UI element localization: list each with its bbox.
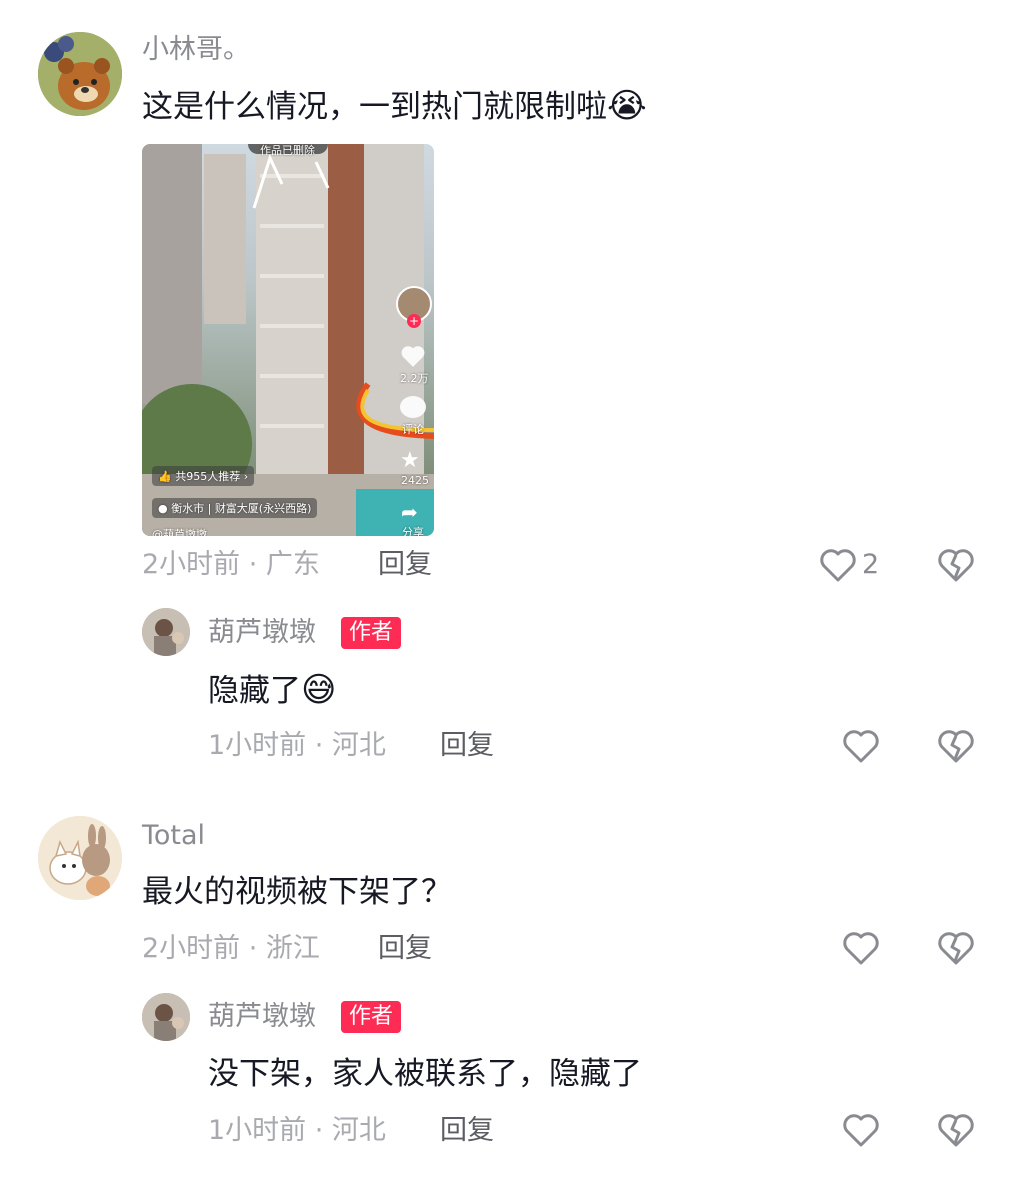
avatar-author[interactable] — [142, 993, 190, 1041]
like-count: 2 — [862, 549, 880, 580]
broken-heart-icon — [938, 932, 974, 965]
reply-text-body: 隐藏了 — [208, 673, 301, 709]
bunny-cat-avatar-icon — [38, 816, 122, 900]
child-photo-avatar-icon — [142, 608, 190, 656]
reply-button[interactable]: 回复 — [440, 1115, 494, 1147]
dislike-button[interactable] — [936, 727, 976, 769]
video-like-count: 2.2万 — [400, 372, 429, 385]
video-comment-icon — [400, 396, 426, 418]
video-location-city: 衡水市 — [171, 502, 205, 515]
sweat-smile-emoji-icon: 😅 — [301, 670, 337, 710]
avatar-commenter-1[interactable] — [38, 32, 122, 116]
location-pin-icon: ● — [158, 502, 168, 515]
dislike-button[interactable] — [936, 546, 976, 588]
location-separator: | — [207, 502, 215, 515]
dislike-button[interactable] — [936, 1111, 976, 1153]
crying-laughing-emoji-icon: 😭 — [607, 86, 647, 126]
reply-username[interactable]: 葫芦墩墩 — [208, 617, 316, 649]
video-location-pill: ● 衡水市 | 财富大厦(永兴西路) — [152, 498, 318, 518]
comment-text-body: 这是什么情况，一到热门就限制啦 — [142, 89, 607, 125]
comment-image-video-screenshot[interactable]: 作品已删除 + 2.2万 评论 ★ 2425 ➦ 分享 👍 共955人推荐 › … — [142, 144, 434, 536]
video-share-icon: ➦ — [401, 500, 418, 524]
video-share-label: 分享 — [402, 526, 424, 536]
video-favorite-count: 2425 — [401, 474, 429, 487]
reply-meta: 1小时前 · 河北 — [208, 730, 386, 761]
follow-plus-icon: + — [407, 314, 421, 328]
broken-heart-icon — [938, 1114, 974, 1147]
bear-avatar-icon — [38, 32, 122, 116]
heart-outline-icon — [843, 1114, 879, 1147]
video-recommend-text: 共955人推荐 — [175, 470, 241, 483]
author-tag: 作者 — [341, 617, 402, 649]
dislike-button[interactable] — [936, 929, 976, 971]
heart-outline-icon — [843, 932, 879, 965]
reply-text: 隐藏了😅 — [208, 670, 336, 711]
commenter-username[interactable]: Total — [142, 820, 205, 852]
reply-button[interactable]: 回复 — [440, 730, 494, 762]
video-deleted-banner: 作品已删除 — [260, 144, 315, 157]
comment-meta: 2小时前 · 浙江 — [142, 933, 320, 964]
video-like-icon — [400, 344, 426, 372]
like-button[interactable] — [841, 929, 881, 971]
reply-button[interactable]: 回复 — [378, 933, 432, 965]
video-author-handle: @葫芦墩墩 — [152, 528, 207, 536]
comment-text: 最火的视频被下架了？ — [142, 874, 452, 910]
comment-meta: 2小时前 · 广东 — [142, 549, 320, 580]
heart-outline-icon — [843, 730, 879, 763]
author-tag: 作者 — [341, 1001, 402, 1033]
video-favorite-icon: ★ — [400, 448, 420, 473]
thumbs-up-icon: 👍 — [158, 470, 172, 483]
broken-heart-icon — [938, 549, 974, 582]
video-recommend-pill: 👍 共955人推荐 › — [152, 466, 255, 486]
avatar-author[interactable] — [142, 608, 190, 656]
like-button[interactable]: 2 — [818, 546, 879, 584]
chevron-right-icon: › — [243, 470, 249, 483]
reply-button[interactable]: 回复 — [378, 549, 432, 581]
avatar-commenter-2[interactable] — [38, 816, 122, 900]
video-location-place: 财富大厦(永兴西路) — [214, 502, 312, 515]
commenter-username[interactable]: 小林哥。 — [142, 34, 250, 66]
heart-outline-icon — [820, 549, 856, 582]
comment-text: 这是什么情况，一到热门就限制啦😭 — [142, 86, 647, 127]
like-button[interactable] — [841, 727, 881, 769]
child-photo-avatar-icon — [142, 993, 190, 1041]
video-comment-label: 评论 — [402, 423, 424, 436]
reply-username[interactable]: 葫芦墩墩 — [208, 1001, 316, 1033]
reply-text: 没下架，家人被联系了，隐藏了 — [208, 1056, 642, 1092]
broken-heart-icon — [938, 730, 974, 763]
reply-meta: 1小时前 · 河北 — [208, 1115, 386, 1146]
like-button[interactable] — [841, 1111, 881, 1153]
